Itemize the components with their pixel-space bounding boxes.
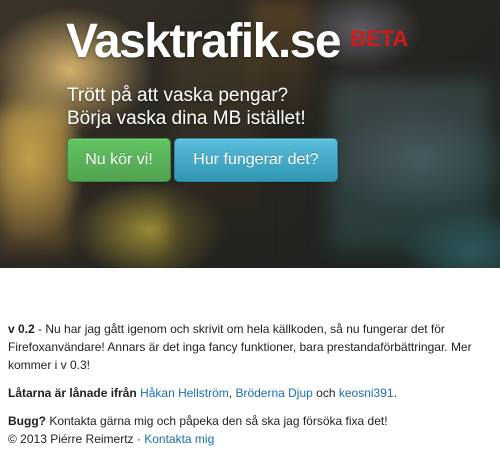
tagline-line-2: Börja vaska dina MB istället! — [67, 108, 306, 129]
version-label: v 0.2 — [8, 322, 35, 336]
credit-link-keosni391[interactable]: keosni391 — [339, 386, 394, 400]
background-blur-shape — [0, 110, 70, 250]
tagline: Trött på att vaska pengar? Börja vaska d… — [67, 84, 306, 130]
how-it-works-button[interactable]: Hur fungerar det? — [174, 138, 338, 182]
songs-credits: Låtarna är lånade ifrån Håkan Hellström,… — [8, 384, 488, 402]
credit-end: . — [393, 386, 397, 400]
bug-text: Kontakta gärna mig och påpeka den så ska… — [46, 414, 388, 428]
credit-link-broderna-djup[interactable]: Bröderna Djup — [235, 386, 312, 400]
credit-separator: och — [312, 386, 339, 400]
site-logo: Vasktrafik.se BETA — [66, 14, 408, 70]
version-text: - Nu har jag gått igenom och skrivit om … — [8, 322, 472, 372]
main-content: v 0.2 - Nu har jag gått igenom och skriv… — [8, 320, 488, 458]
songs-label: Låtarna är lånade ifrån — [8, 386, 137, 400]
tagline-line-1: Trött på att vaska pengar? — [67, 85, 289, 106]
background-blur-shape — [330, 80, 490, 250]
beta-badge: BETA — [350, 26, 409, 51]
version-notes: v 0.2 - Nu har jag gått igenom och skriv… — [8, 320, 488, 374]
contact-link[interactable]: Kontakta mig — [144, 432, 214, 446]
hero-banner: Vasktrafik.se BETA Trött på att vaska pe… — [0, 0, 500, 268]
start-button[interactable]: Nu kör vi! — [67, 138, 171, 182]
logo-text: Vasktrafik.se — [66, 15, 342, 68]
page: Vasktrafik.se BETA Trött på att vaska pe… — [0, 0, 500, 464]
copyright: © 2013 Piérre Reimertz · — [8, 432, 145, 446]
bug-label: Bugg? — [8, 414, 46, 428]
bug-report: Bugg? Kontakta gärna mig och påpeka den … — [8, 412, 488, 448]
credit-link-hakan-hellstrom[interactable]: Håkan Hellström — [140, 386, 229, 400]
